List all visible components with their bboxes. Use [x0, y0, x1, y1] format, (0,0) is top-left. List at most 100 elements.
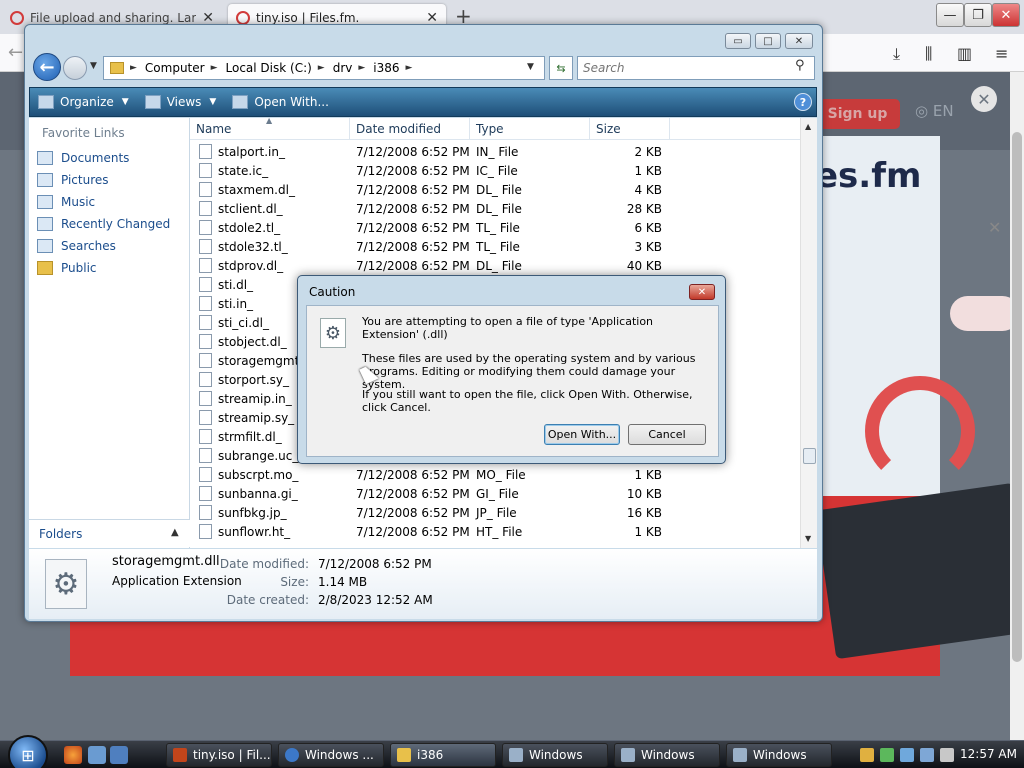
table-row[interactable]: stdole32.tl_ 7/12/2008 6:52 PM TL_ File 3 K… [190, 237, 800, 256]
taskbar-item-label: Windows [529, 748, 583, 762]
favorite-public[interactable]: Public [37, 258, 97, 278]
chevron-right-icon[interactable]: ► [211, 63, 218, 73]
folders-toggle[interactable]: Folders ▲ [29, 519, 190, 547]
help-button[interactable]: ? [794, 93, 812, 111]
file-list-scroll-thumb[interactable] [803, 448, 816, 464]
signup-button[interactable]: Sign up [815, 99, 900, 129]
page-scrollbar[interactable] [1010, 72, 1024, 740]
scroll-down-icon[interactable]: ▼ [805, 534, 811, 543]
column-header-date[interactable]: Date modified [350, 118, 470, 140]
file-list-scrollbar[interactable]: ▲ ▼ [800, 118, 817, 548]
table-row[interactable]: sunfbkg.jp_ 7/12/2008 6:52 PM JP_ File 16 K… [190, 503, 800, 522]
chevron-right-icon[interactable]: ► [130, 63, 137, 73]
favorite-pictures[interactable]: Pictures [37, 170, 109, 190]
favorite-recently-changed[interactable]: Recently Changed [37, 214, 170, 234]
refresh-button[interactable]: ⇆ [549, 56, 573, 80]
chevron-right-icon[interactable]: ► [358, 63, 365, 73]
table-row[interactable]: sunflowr.ht_ 7/12/2008 6:52 PM HT_ File 1 K… [190, 522, 800, 541]
taskbar-item-windows-help[interactable]: Windows ... [278, 743, 384, 767]
browser-back-icon[interactable]: ← [8, 42, 23, 63]
dialog-close-button[interactable]: ✕ [689, 284, 715, 300]
modal-close-button[interactable]: ✕ [971, 86, 997, 112]
file-icon [199, 182, 212, 197]
table-row[interactable]: sunbanna.gi_ 7/12/2008 6:52 PM GI_ File 10 … [190, 484, 800, 503]
file-type-cell: MO_ File [476, 467, 526, 482]
column-header-name[interactable]: Name ▲ [190, 116, 350, 140]
explorer-title-bar[interactable]: ▭ □ ✕ [25, 25, 822, 51]
table-row[interactable]: stdole2.tl_ 7/12/2008 6:52 PM TL_ File 6 KB [190, 218, 800, 237]
column-header-label: Date modified [356, 122, 442, 136]
browser-minimize-button[interactable]: — [936, 3, 964, 27]
explorer-maximize-button[interactable]: □ [755, 33, 781, 49]
favorite-label: Recently Changed [61, 217, 171, 231]
open-with-icon [232, 95, 249, 109]
table-row[interactable]: stclient.dl_ 7/12/2008 6:52 PM DL_ File 28 … [190, 199, 800, 218]
favorite-music[interactable]: Music [37, 192, 95, 212]
organize-button[interactable]: Organize ▼ [38, 95, 129, 109]
taskbar-item-label: tiny.iso | Fil... [193, 748, 271, 762]
breadcrumb-computer[interactable]: Computer [145, 61, 205, 75]
language-selector[interactable]: ◎ EN [915, 102, 954, 120]
cancel-button[interactable]: Cancel [628, 424, 706, 445]
breadcrumb-drv[interactable]: drv [333, 61, 353, 75]
start-button[interactable]: ⊞ [8, 735, 48, 768]
library-icon[interactable]: ⫼ [925, 44, 932, 64]
column-header-type[interactable]: Type [470, 118, 590, 140]
table-row[interactable]: subscrpt.mo_ 7/12/2008 6:52 PM MO_ File 1 K… [190, 465, 800, 484]
taskbar-item-windows-1[interactable]: Windows [502, 743, 608, 767]
chevron-right-icon[interactable]: ► [318, 63, 325, 73]
taskbar-item-firefox[interactable]: tiny.iso | Fil... [166, 743, 272, 767]
taskbar-item-windows-3[interactable]: Windows [726, 743, 832, 767]
views-label: Views [166, 95, 202, 109]
taskbar-clock[interactable]: 12:57 AM [960, 747, 1017, 761]
date-created-label: Date created: [226, 593, 309, 607]
sidebar-icon[interactable]: ▥ [957, 44, 972, 63]
search-icon[interactable]: ⚲ [795, 58, 805, 73]
browser-close-button[interactable]: ✕ [992, 3, 1020, 27]
action-center-icon[interactable] [880, 748, 894, 762]
table-row[interactable]: staxmem.dl_ 7/12/2008 6:52 PM DL_ File 4 KB [190, 180, 800, 199]
file-icon [199, 201, 212, 216]
chevron-right-icon[interactable]: ► [406, 63, 413, 73]
table-row[interactable]: stdprov.dl_ 7/12/2008 6:52 PM DL_ File 40 K… [190, 256, 800, 275]
back-button[interactable]: ← [33, 53, 61, 81]
address-bar[interactable]: ► Computer ► Local Disk (C:) ► drv ► i38… [103, 56, 545, 80]
breadcrumb-local-disk[interactable]: Local Disk (C:) [226, 61, 312, 75]
page-scroll-thumb[interactable] [1012, 132, 1022, 662]
breadcrumb-i386[interactable]: i386 [373, 61, 399, 75]
volume-icon[interactable] [940, 748, 954, 762]
open-with-toolbar-button[interactable]: Open With... [232, 95, 329, 109]
promo-close-icon[interactable]: ✕ [988, 218, 1001, 237]
download-icon[interactable]: ⤓ [893, 44, 900, 64]
search-input[interactable] [583, 61, 783, 75]
display-icon[interactable] [920, 748, 934, 762]
scroll-up-icon[interactable]: ▲ [805, 122, 811, 131]
open-with-button[interactable]: Open With... [544, 424, 620, 445]
file-icon [199, 144, 212, 159]
taskbar-item-i386[interactable]: i386 [390, 743, 496, 767]
switch-windows-icon[interactable] [110, 746, 128, 764]
file-size-cell: 16 KB [626, 505, 662, 520]
table-row[interactable]: stalport.in_ 7/12/2008 6:52 PM IN_ File 2 K… [190, 142, 800, 161]
show-desktop-icon[interactable] [88, 746, 106, 764]
explorer-minimize-button[interactable]: ▭ [725, 33, 751, 49]
menu-icon[interactable]: ≡ [995, 44, 1008, 63]
table-row[interactable]: state.ic_ 7/12/2008 6:52 PM IC_ File 1 KB [190, 161, 800, 180]
address-dropdown-icon[interactable]: ▼ [527, 62, 534, 72]
forward-button[interactable] [63, 56, 87, 80]
taskbar-item-windows-2[interactable]: Windows [614, 743, 720, 767]
file-icon [199, 486, 212, 501]
explorer-close-button[interactable]: ✕ [785, 33, 813, 49]
browser-maximize-button[interactable]: ❐ [964, 3, 992, 27]
column-header-size[interactable]: Size [590, 118, 670, 140]
favorite-searches[interactable]: Searches [37, 236, 116, 256]
filesfm-logo: es.fm [815, 156, 922, 196]
firefox-icon[interactable] [64, 746, 82, 764]
network-icon[interactable] [900, 748, 914, 762]
security-shield-icon[interactable] [860, 748, 874, 762]
recent-pages-dropdown-icon[interactable]: ▼ [90, 61, 97, 71]
headphones-graphic [865, 376, 975, 486]
favorite-documents[interactable]: Documents [37, 148, 129, 168]
search-field[interactable] [577, 56, 815, 80]
views-button[interactable]: Views ▼ [144, 95, 216, 109]
